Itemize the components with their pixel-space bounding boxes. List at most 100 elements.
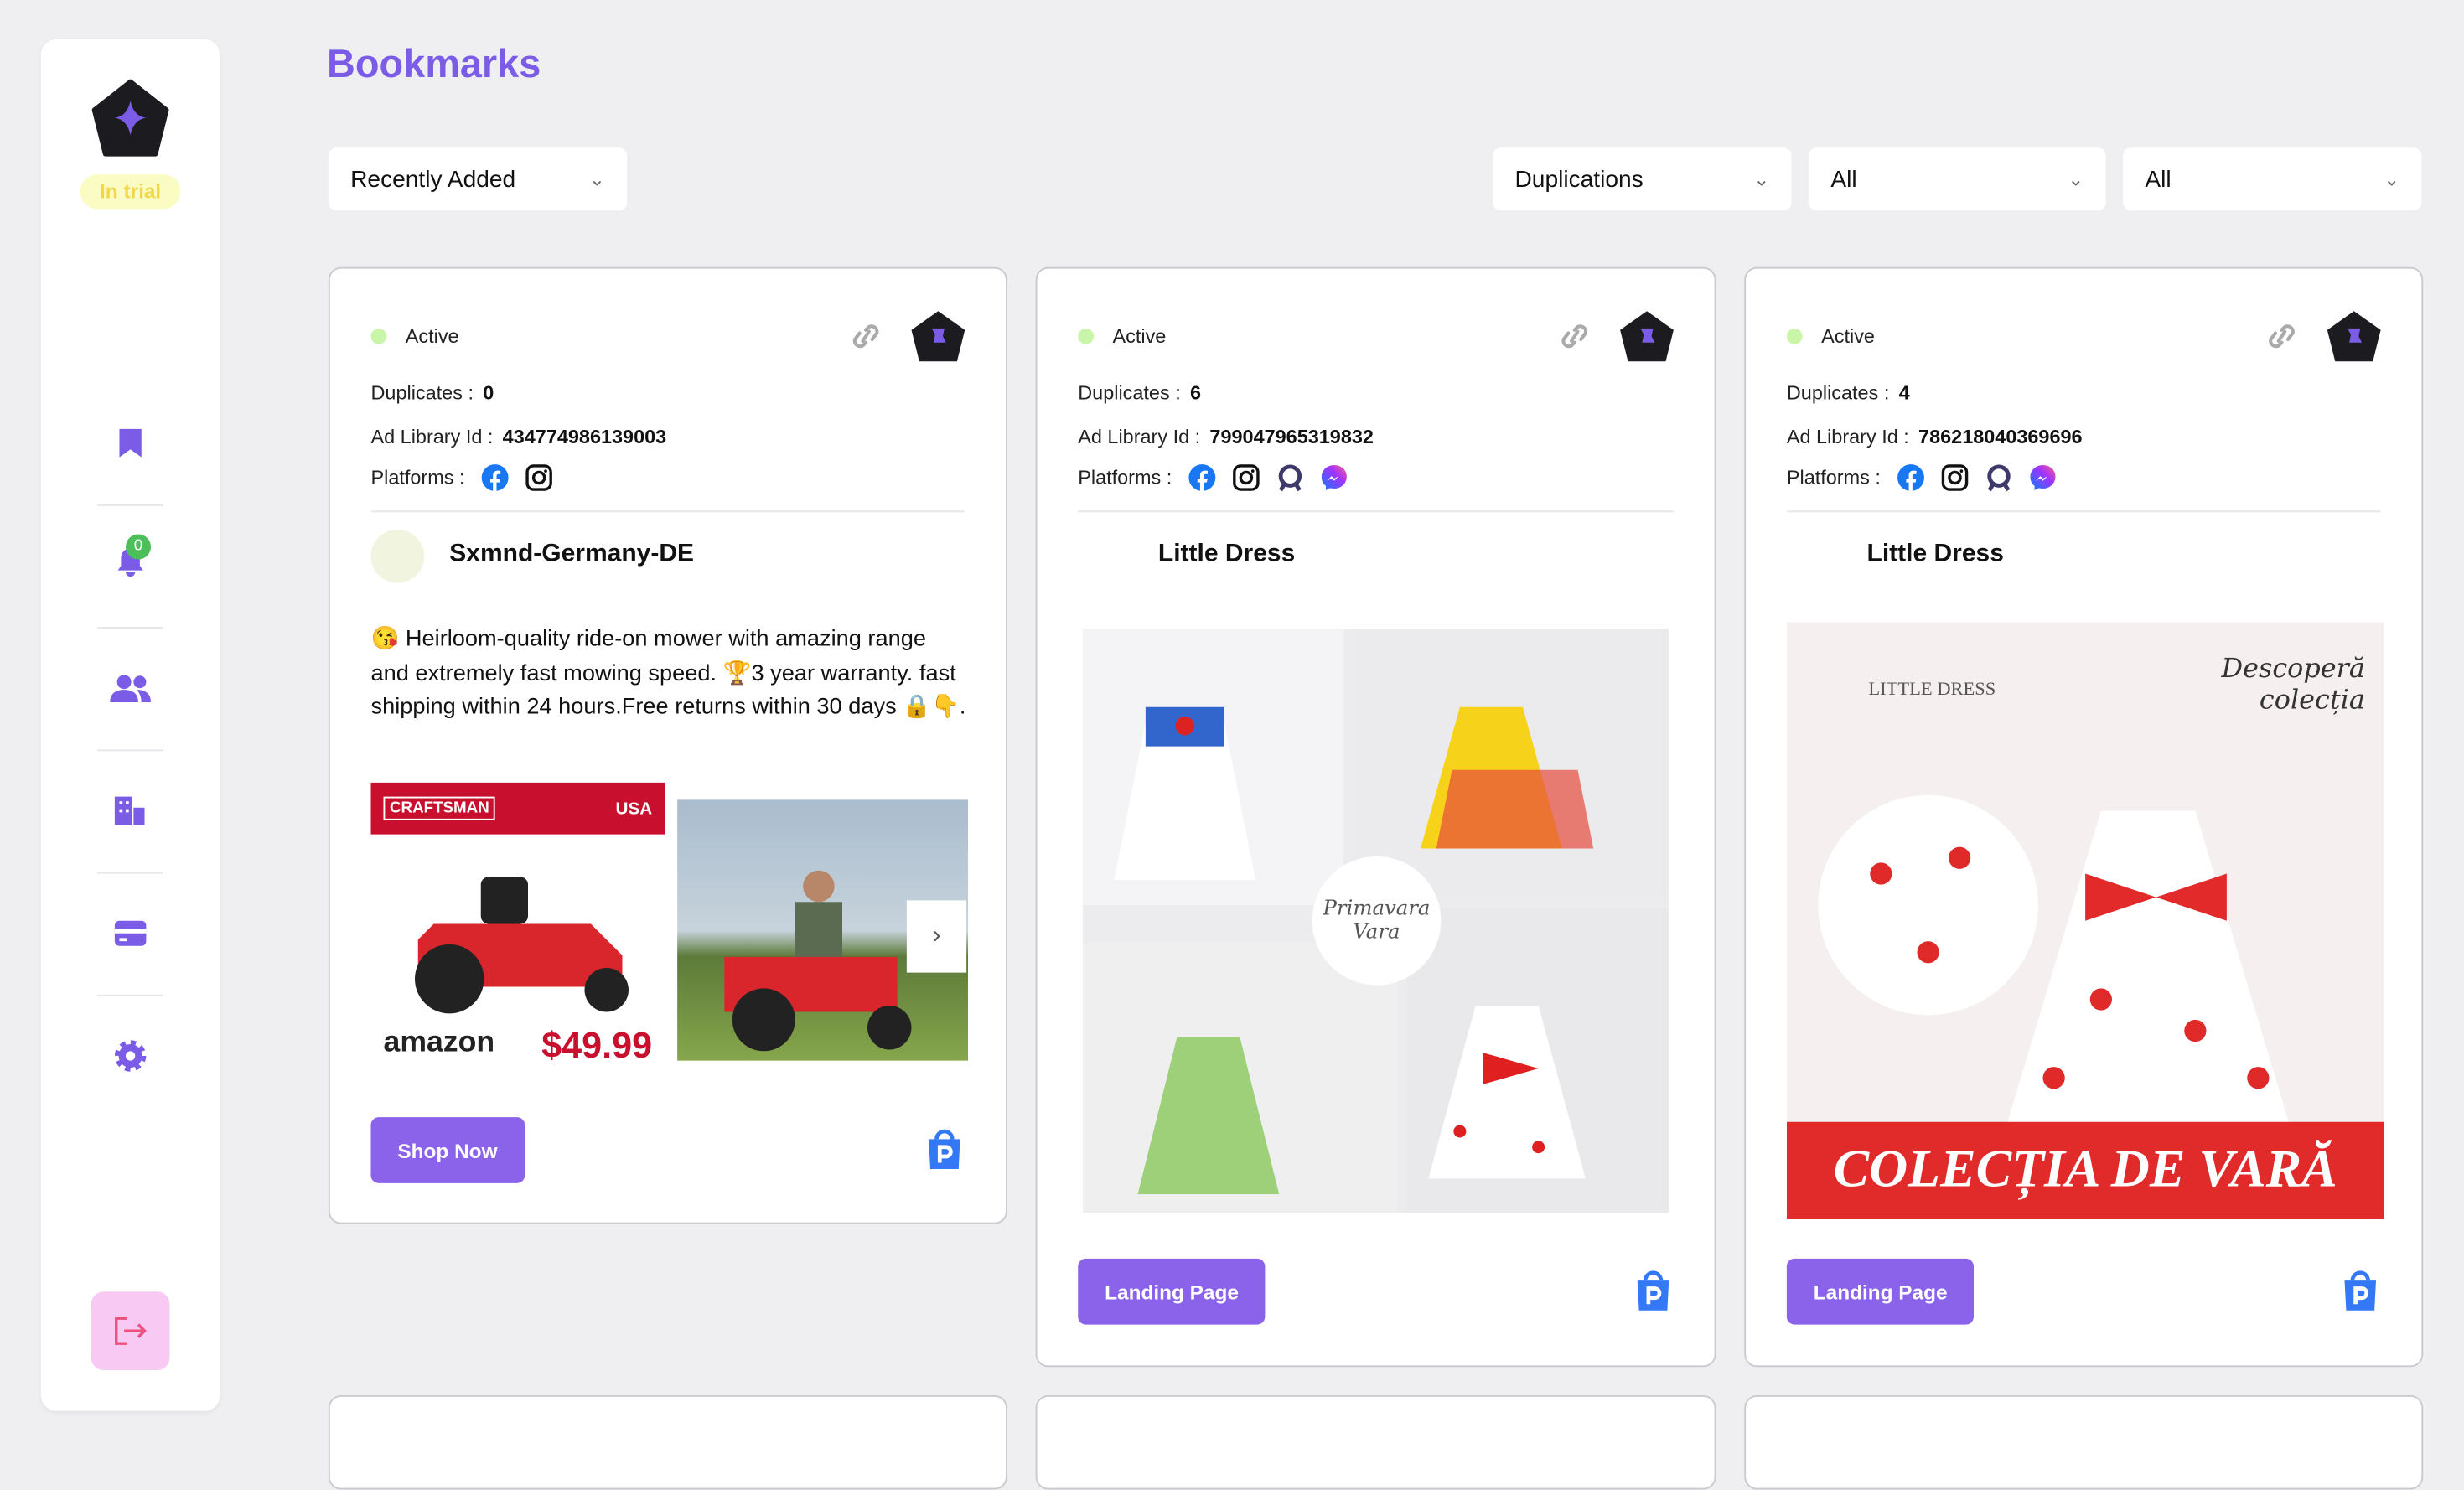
ad-image-mower-product: CRAFTSMAN USA amazon $49.99 xyxy=(370,782,665,1077)
messenger-icon xyxy=(1321,465,1347,490)
filter-value: All xyxy=(1830,165,1857,193)
app-logo-icon[interactable] xyxy=(1618,309,1675,363)
logout-icon xyxy=(115,1317,147,1345)
page-avatar xyxy=(1078,529,1131,583)
audience-network-icon xyxy=(1278,464,1302,492)
divider xyxy=(97,504,163,506)
filter-dropdown-3[interactable]: All ⌄ xyxy=(2123,147,2422,211)
status: Active xyxy=(370,325,459,348)
ad-card xyxy=(1744,1395,2424,1490)
app-logo[interactable] xyxy=(90,79,172,161)
sidebar-item-buildings[interactable] xyxy=(104,787,158,834)
page-avatar xyxy=(1786,529,1840,583)
divider xyxy=(97,994,163,996)
duplicates-label: Duplicates : xyxy=(1078,381,1181,404)
platforms-label: Platforms : xyxy=(370,466,465,489)
sidebar-item-notifications[interactable]: 0 xyxy=(104,533,158,589)
chevron-down-icon: ⌄ xyxy=(2068,168,2084,190)
building-icon xyxy=(114,796,145,825)
ad-library-id-value: 786218040369696 xyxy=(1918,426,2083,448)
facebook-icon xyxy=(481,464,509,492)
sidebar-item-settings[interactable] xyxy=(104,1032,158,1079)
platform-instagram xyxy=(1940,463,1969,492)
platforms-label: Platforms : xyxy=(1786,466,1881,489)
sidebar-item-billing[interactable] xyxy=(104,910,158,957)
ad-image-strawberry-dress: LITTLE DRESS Descoperă colecția COLECȚIA… xyxy=(1786,622,2384,1219)
link-icon[interactable] xyxy=(1556,321,1593,353)
duplicates-value: 0 xyxy=(483,381,494,404)
users-icon xyxy=(110,675,151,703)
instagram-icon xyxy=(1232,464,1260,491)
page-title: Bookmarks xyxy=(327,42,541,87)
facebook-icon xyxy=(1188,464,1215,492)
duplications-dropdown[interactable]: Duplications ⌄ xyxy=(1493,147,1792,211)
platform-facebook xyxy=(480,463,509,492)
ad-library-id-label: Ad Library Id : xyxy=(370,426,494,448)
pinterest-save-icon[interactable] xyxy=(2340,1270,2381,1314)
ad-card xyxy=(1035,1395,1716,1490)
platform-messenger xyxy=(1320,463,1348,492)
ad-library-id-label: Ad Library Id : xyxy=(1078,426,1201,448)
duplicates: Duplicates : 4 xyxy=(1787,382,1910,404)
sidebar-item-bookmarks[interactable] xyxy=(104,420,158,467)
duplicates: Duplicates : 6 xyxy=(1078,382,1201,404)
duplicates-label: Duplicates : xyxy=(1786,381,1890,404)
app-logo-icon[interactable] xyxy=(2326,309,2383,363)
logout-button[interactable] xyxy=(91,1291,170,1370)
page-name[interactable]: Sxmnd-Germany-DE xyxy=(449,541,694,569)
carousel-next-button[interactable]: › xyxy=(906,900,967,973)
ad-library-id: Ad Library Id : 786218040369696 xyxy=(1787,426,2083,448)
duplicates-value: 6 xyxy=(1189,381,1201,404)
platforms: Platforms : xyxy=(371,463,553,492)
platforms-label: Platforms : xyxy=(1078,466,1172,489)
link-icon[interactable] xyxy=(847,321,885,353)
credit-card-icon xyxy=(114,920,147,946)
ad-copy: 😘 Heirloom-quality ride-on mower with am… xyxy=(370,627,966,720)
ad-library-id: Ad Library Id : 434774986139003 xyxy=(371,426,667,448)
duplicates-label: Duplicates : xyxy=(370,381,474,404)
bookmark-icon xyxy=(119,428,142,458)
gear-icon xyxy=(114,1040,147,1072)
sort-dropdown[interactable]: Recently Added ⌄ xyxy=(328,147,628,211)
trial-badge: In trial xyxy=(80,174,181,210)
platform-audience-network xyxy=(1985,463,2013,492)
ad-library-id-value: 434774986139003 xyxy=(502,426,667,448)
divider xyxy=(97,749,163,752)
audience-network-icon xyxy=(1986,464,2011,492)
filter-dropdown-2[interactable]: All ⌄ xyxy=(1809,147,2106,211)
ad-image-dresses-collage: Primavara Vara xyxy=(1082,629,1669,1213)
duplicates-value: 4 xyxy=(1898,381,1910,404)
instagram-icon xyxy=(1941,464,1968,491)
platform-instagram xyxy=(525,463,553,492)
active-status-dot xyxy=(370,328,387,344)
duplications-value: Duplications xyxy=(1514,165,1644,193)
platform-messenger xyxy=(2028,463,2057,492)
platform-facebook xyxy=(1897,463,1925,492)
chevron-down-icon: ⌄ xyxy=(589,168,605,190)
pinterest-save-icon[interactable] xyxy=(1633,1270,1674,1314)
platforms: Platforms : xyxy=(1078,463,1348,492)
cta-button[interactable]: Landing Page xyxy=(1786,1258,1975,1325)
chevron-right-icon: › xyxy=(932,922,941,949)
ad-card: Active Duplicates : 0 Ad Library Id : 4347… xyxy=(328,266,1007,1224)
link-icon[interactable] xyxy=(2263,321,2301,353)
instagram-icon xyxy=(525,464,552,491)
page-name[interactable]: Little Dress xyxy=(1158,541,1295,569)
cta-button[interactable]: Landing Page xyxy=(1078,1258,1266,1325)
chevron-down-icon: ⌄ xyxy=(2384,168,2400,190)
status: Active xyxy=(1078,325,1166,347)
status-label: Active xyxy=(1821,325,1875,348)
active-status-dot xyxy=(1078,328,1094,344)
app-logo-icon[interactable] xyxy=(910,309,967,363)
sidebar: In trial 0 xyxy=(40,39,220,1411)
page-name[interactable]: Little Dress xyxy=(1867,541,2004,569)
page-avatar xyxy=(370,529,425,583)
ad-card: Active Duplicates : 6 Ad Library Id : 7990… xyxy=(1035,266,1716,1368)
sidebar-item-users[interactable] xyxy=(104,665,158,711)
divider xyxy=(97,627,163,629)
status-label: Active xyxy=(405,325,459,348)
platform-facebook xyxy=(1188,463,1216,492)
active-status-dot xyxy=(1786,328,1803,344)
cta-button[interactable]: Shop Now xyxy=(370,1117,525,1183)
pinterest-save-icon[interactable] xyxy=(924,1128,965,1172)
